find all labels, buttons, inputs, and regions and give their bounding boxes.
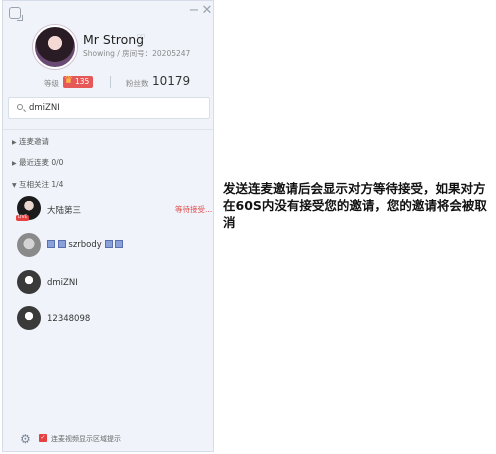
emoji-box-icon [57,240,66,248]
profile-avatar [33,25,77,69]
fans-label: 粉丝数 [126,79,149,88]
profile-room-info: Showing / 房间号：20205247 [83,49,191,58]
explanation-note: 发送连麦邀请后会显示对方等待接受，如果对方在60S内没有接受您的邀请，您的邀请将… [223,181,487,230]
friend-name-row[interactable]: szrbody [47,240,124,250]
live-badge: LIVE [16,215,29,221]
collapse-arrow-icon: ▼ [12,182,17,189]
waiting-status: 等待接受... [175,205,213,214]
section-recent-label: 最近连麦 0/0 [19,158,64,167]
video-area-hint-checkbox[interactable]: ✓ [39,434,47,442]
search-icon [17,104,23,110]
fans-count: 10179 [152,74,191,88]
video-area-hint-label: 连麦视频显示区域提示 [51,435,121,443]
section-mutual[interactable]: ▼ 互相关注 1/4 [12,179,63,190]
close-button[interactable]: ✕ [200,4,214,18]
level-label: 等级 [44,79,59,88]
emoji-box-icon [47,240,55,248]
search-box[interactable] [8,97,210,119]
settings-gear-icon[interactable]: ⚙ [20,432,31,446]
app-logo-icon [9,7,23,21]
search-input[interactable] [29,101,205,115]
section-invite-label: 连麦邀请 [19,137,49,146]
profile-name: Mr Strong [83,32,145,47]
friend-name: szrbody [68,240,102,250]
friend-avatar[interactable] [17,306,41,330]
friend-name[interactable]: 12348098 [47,314,90,324]
section-invite[interactable]: ▶ 连麦邀请 [12,136,49,147]
stat-divider [110,76,111,88]
emoji-box-icon [104,240,113,248]
section-mutual-label: 互相关注 1/4 [19,180,64,189]
emoji-box-icon [115,240,124,248]
friend-avatar[interactable] [17,233,41,257]
expand-arrow-icon: ▶ [12,139,17,146]
friend-name[interactable]: dmiZNI [47,278,78,288]
friend-name[interactable]: 大陆第三 [47,204,81,216]
level-badge: 135 [63,75,94,88]
section-recent[interactable]: ▶ 最近连麦 0/0 [12,157,63,168]
divider [3,129,213,130]
friend-avatar[interactable] [17,270,41,294]
follow-heart-icon[interactable]: ♡ [136,32,146,45]
minimize-button[interactable]: − [187,4,201,18]
expand-arrow-icon: ▶ [12,160,17,167]
live-connect-panel: − ✕ Mr Strong ♡ Showing / 房间号：20205247 等… [2,0,214,452]
